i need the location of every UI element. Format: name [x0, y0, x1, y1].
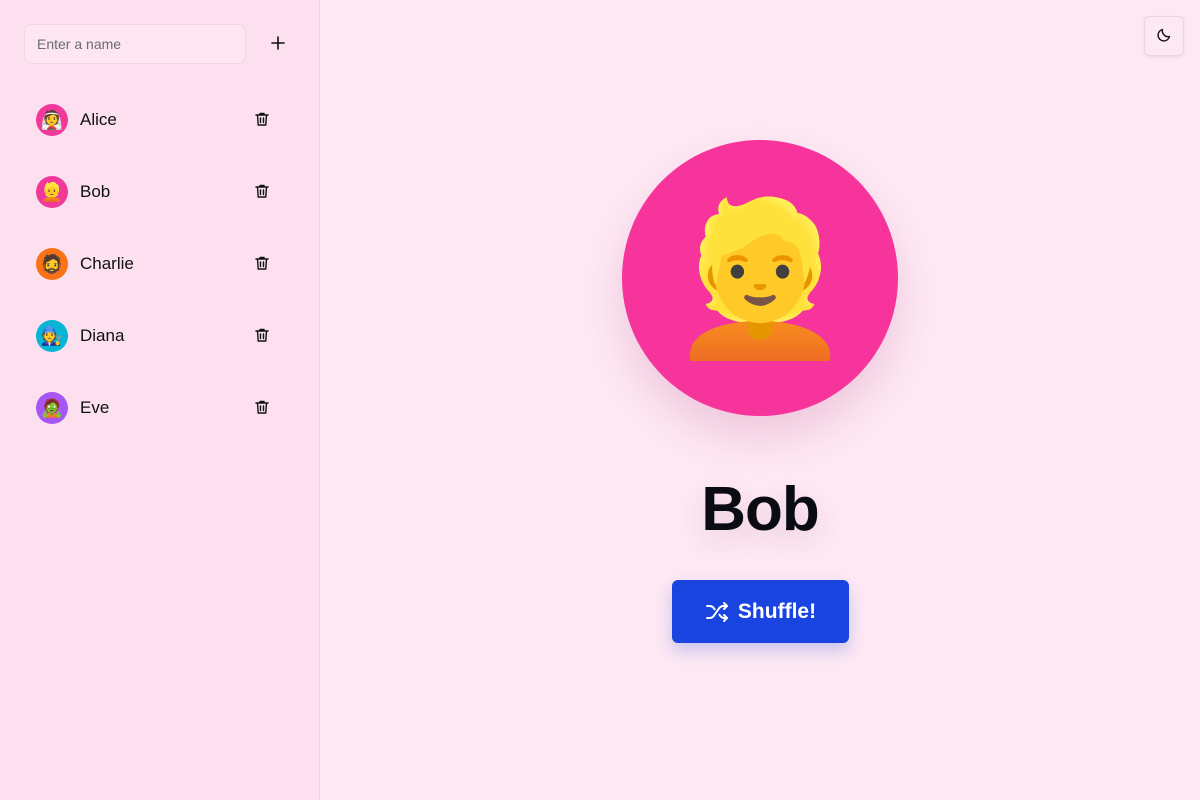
person-name: Eve	[80, 398, 110, 417]
avatar: 🧔	[36, 248, 68, 280]
selected-name: Bob	[701, 475, 820, 544]
list-item: 🧟 Eve	[36, 392, 276, 424]
avatar: 🧟	[36, 392, 68, 424]
delete-button[interactable]	[252, 254, 272, 274]
list-item: 🧔 Charlie	[36, 248, 276, 280]
delete-button[interactable]	[252, 110, 272, 130]
trash-icon	[254, 255, 270, 274]
shuffle-button-label: Shuffle!	[737, 599, 817, 623]
shuffle-icon	[705, 600, 729, 624]
sidebar: 👰 Alice 👱 Bob 🧔	[0, 0, 320, 800]
delete-button[interactable]	[252, 398, 272, 418]
person-list: 👰 Alice 👱 Bob 🧔	[36, 104, 276, 464]
delete-button[interactable]	[252, 326, 272, 346]
theme-toggle-button[interactable]	[1144, 16, 1184, 56]
person-name: Alice	[80, 110, 117, 129]
avatar: 🧑‍🔧	[36, 320, 68, 352]
trash-icon	[254, 327, 270, 346]
plus-icon	[271, 35, 285, 53]
list-item: 👱 Bob	[36, 176, 276, 208]
shuffle-button[interactable]: Shuffle!	[672, 580, 849, 643]
add-person-row	[24, 24, 296, 64]
delete-button[interactable]	[252, 182, 272, 202]
moon-icon	[1156, 27, 1172, 46]
person-name: Charlie	[80, 254, 134, 273]
trash-icon	[254, 399, 270, 418]
add-person-button[interactable]	[262, 28, 294, 60]
person-name: Bob	[80, 182, 111, 201]
avatar: 👱	[36, 176, 68, 208]
list-item: 👰 Alice	[36, 104, 276, 136]
list-item: 🧑‍🔧 Diana	[36, 320, 276, 352]
trash-icon	[254, 111, 270, 130]
name-input[interactable]	[24, 24, 246, 64]
trash-icon	[254, 183, 270, 202]
selected-avatar: 👱	[622, 140, 898, 416]
person-name: Diana	[80, 326, 125, 345]
avatar: 👰	[36, 104, 68, 136]
